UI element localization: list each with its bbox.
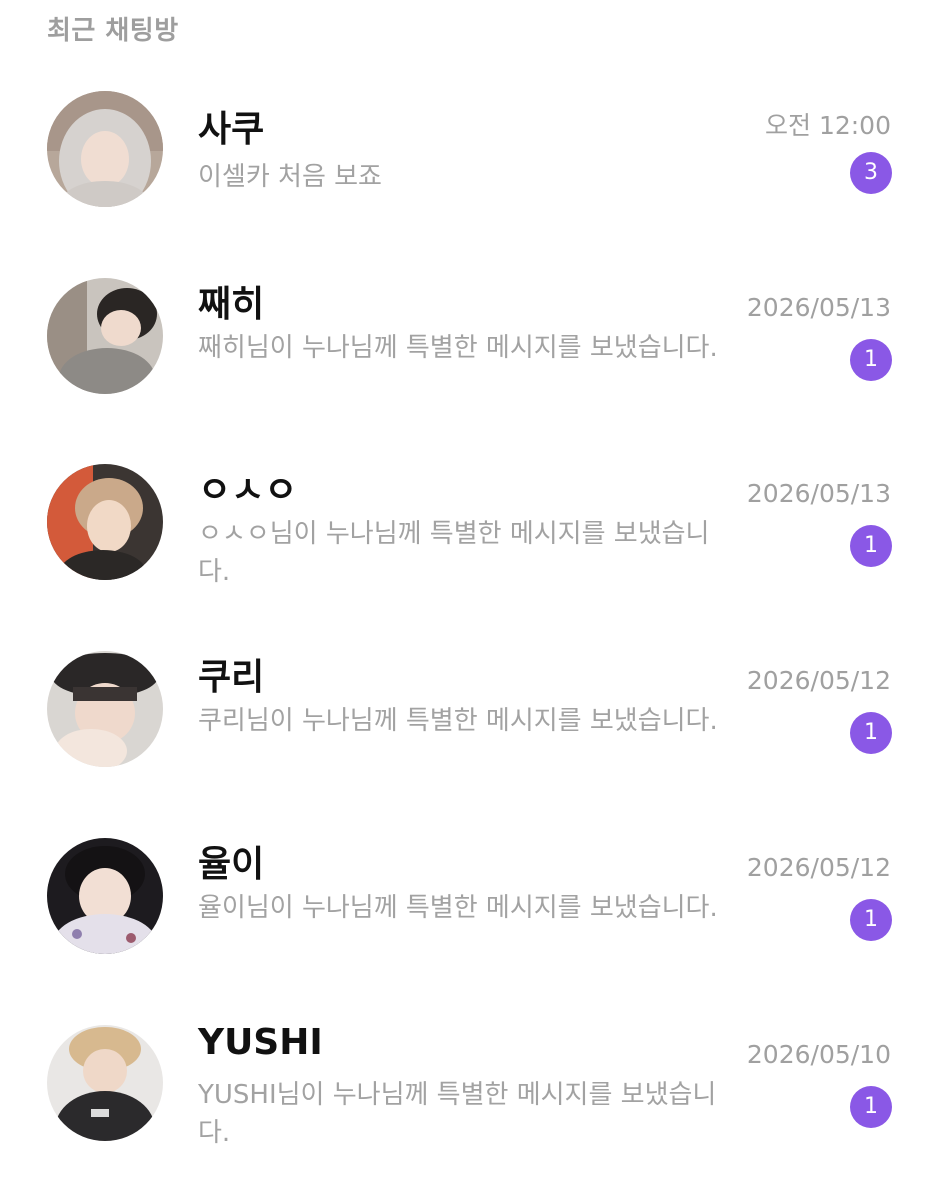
avatar [47, 1025, 163, 1141]
chat-name: 율이 [198, 844, 265, 885]
unread-badge: 1 [850, 899, 892, 941]
avatar [47, 838, 163, 954]
chat-name: ㅇㅅㅇ [198, 470, 298, 511]
chat-name: YUSHI [198, 1022, 323, 1063]
avatar [47, 651, 163, 767]
chat-room-item[interactable]: 율이 율이님이 누나님께 특별한 메시지를 보냈습니다. 2026/05/12 … [0, 827, 939, 977]
avatar [47, 278, 163, 394]
chat-room-item[interactable]: 사쿠 이셀카 처음 보죠 오전 12:00 3 [0, 80, 939, 230]
chat-room-item[interactable]: 째히 째히님이 누나님께 특별한 메시지를 보냈습니다. 2026/05/13 … [0, 267, 939, 417]
unread-badge: 3 [850, 152, 892, 194]
chat-name: 사쿠 [198, 109, 265, 150]
unread-badge: 1 [850, 712, 892, 754]
chat-time: 2026/05/10 [746, 1040, 891, 1069]
chat-time: 오전 12:00 [765, 111, 891, 140]
unread-badge: 1 [850, 1086, 892, 1128]
unread-badge: 1 [850, 339, 892, 381]
chat-last-message: 째히님이 누나님께 특별한 메시지를 보냈습니다. [198, 333, 718, 363]
chat-time: 2026/05/12 [746, 853, 891, 882]
chat-name: 째히 [198, 284, 265, 325]
chat-name: 쿠리 [198, 657, 265, 698]
chat-room-item[interactable]: 쿠리 쿠리님이 누나님께 특별한 메시지를 보냈습니다. 2026/05/12 … [0, 640, 939, 790]
chat-room-item[interactable]: ㅇㅅㅇ ㅇㅅㅇ님이 누나님께 특별한 메시지를 보냈습니다. 2026/05/1… [0, 453, 939, 603]
avatar [47, 464, 163, 580]
chat-last-message: YUSHI님이 누나님께 특별한 메시지를 보냈습니다. [198, 1080, 717, 1148]
chat-room-item[interactable]: YUSHI YUSHI님이 누나님께 특별한 메시지를 보냈습니다. 2026/… [0, 1014, 939, 1164]
chat-last-message: 율이님이 누나님께 특별한 메시지를 보냈습니다. [198, 893, 718, 923]
chat-last-message: 쿠리님이 누나님께 특별한 메시지를 보냈습니다. [198, 706, 718, 736]
chat-last-message: 이셀카 처음 보죠 [198, 162, 382, 192]
avatar [47, 91, 163, 207]
chat-last-message: ㅇㅅㅇ님이 누나님께 특별한 메시지를 보냈습니다. [198, 519, 710, 587]
chat-time: 2026/05/13 [746, 293, 891, 322]
unread-badge: 1 [850, 525, 892, 567]
chat-time: 2026/05/12 [746, 666, 891, 695]
chat-time: 2026/05/13 [746, 479, 891, 508]
chat-list: 사쿠 이셀카 처음 보죠 오전 12:00 3 째히 째히님이 누나님께 특별한… [0, 0, 939, 1200]
